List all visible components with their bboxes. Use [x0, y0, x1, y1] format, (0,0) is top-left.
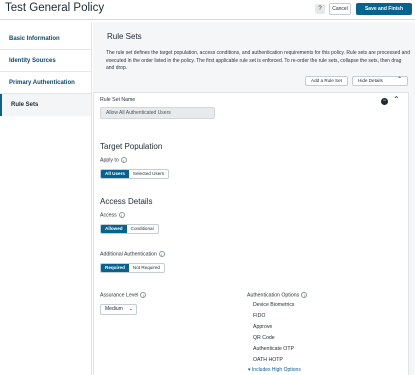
not-required-option[interactable]: Not Required: [129, 264, 164, 272]
includes-high-options-link[interactable]: ▾ Includes High Options: [248, 367, 301, 373]
main-content: Rule Sets The rule set defines the targe…: [93, 22, 415, 375]
rule-set-name-input[interactable]: Allow All Authenticated Users: [100, 107, 215, 119]
hide-details-label: Hide Details: [358, 78, 383, 83]
rule-set-card: Rule Set Name − ⌃ Allow All Authenticate…: [93, 92, 409, 375]
chevron-down-icon: ▾: [248, 367, 251, 373]
section-title: Rule Sets: [107, 32, 142, 41]
info-icon[interactable]: i: [158, 251, 165, 257]
save-and-finish-button[interactable]: Save and Finish: [356, 3, 412, 15]
sidebar-item-identity-sources[interactable]: Identity Sources: [0, 50, 91, 72]
all-users-option[interactable]: All Users: [101, 170, 129, 178]
includes-high-options-label: Includes High Options: [251, 367, 301, 373]
cancel-button[interactable]: Cancel: [329, 3, 351, 15]
allowed-option[interactable]: Allowed: [101, 225, 127, 233]
assurance-level-select[interactable]: Medium ⌄: [100, 304, 137, 315]
authentication-options-text: Authentication Options: [247, 292, 300, 299]
info-icon[interactable]: i: [118, 212, 125, 218]
sidebar-item-basic-information[interactable]: Basic Information: [0, 28, 91, 50]
assurance-level-value: Medium: [105, 306, 123, 312]
minus-circle-icon[interactable]: −: [381, 98, 388, 105]
info-icon[interactable]: i: [140, 292, 147, 298]
rule-sets-description: The rule set defines the target populati…: [106, 50, 410, 72]
additional-authentication-label: Additional Authentication i: [100, 251, 165, 257]
sidebar-item-rule-sets[interactable]: Rule Sets: [0, 94, 91, 116]
sidebar-item-primary-authentication[interactable]: Primary Authentication: [0, 72, 91, 94]
assurance-level-text: Assurance Level: [100, 292, 139, 299]
auth-option-fido: FIDO: [253, 313, 266, 319]
required-option[interactable]: Required: [101, 264, 129, 272]
apply-to-toggle: All Users Selected Users: [100, 169, 170, 179]
access-details-heading: Access Details: [100, 197, 153, 206]
conditional-option[interactable]: Conditional: [127, 225, 158, 233]
hide-details-button[interactable]: Hide Details ⌃: [352, 76, 408, 86]
chevron-up-icon: ⌃: [396, 77, 402, 83]
auth-option-approve: Approve: [253, 324, 273, 330]
chevron-down-icon: ⌄: [128, 306, 133, 312]
top-bar: Test General Policy ? Cancel Save and Fi…: [0, 0, 415, 20]
target-population-heading: Target Population: [100, 142, 163, 151]
auth-option-qr-code: QR Code: [253, 335, 275, 341]
apply-to-label: Apply to i: [100, 157, 127, 163]
authentication-options-label: Authentication Options i: [247, 292, 308, 299]
selected-users-option[interactable]: Selected Users: [129, 170, 168, 178]
access-label: Access i: [100, 212, 125, 218]
page-title: Test General Policy: [5, 2, 105, 14]
info-icon[interactable]: i: [120, 157, 127, 163]
info-icon[interactable]: i: [301, 292, 308, 298]
auth-option-device-biometrics: Device Biometrics: [253, 302, 295, 308]
additional-authentication-toggle: Required Not Required: [100, 263, 165, 273]
auth-option-authenticate-otp: Authenticate OTP: [253, 346, 294, 352]
rule-set-name-label: Rule Set Name: [100, 97, 136, 103]
access-toggle: Allowed Conditional: [100, 224, 159, 234]
access-text: Access: [100, 212, 117, 219]
chevron-up-icon[interactable]: ⌃: [393, 95, 400, 104]
sidebar: Basic Information Identity Sources Prima…: [0, 22, 92, 375]
assurance-level-label: Assurance Level i: [100, 292, 147, 299]
auth-option-oath-hotp: OATH HOTP: [253, 357, 283, 363]
apply-to-text: Apply to: [100, 157, 119, 164]
additional-authentication-text: Additional Authentication: [100, 251, 157, 258]
help-button[interactable]: ?: [315, 4, 325, 14]
add-rule-set-button[interactable]: Add a Rule Set: [305, 76, 348, 86]
